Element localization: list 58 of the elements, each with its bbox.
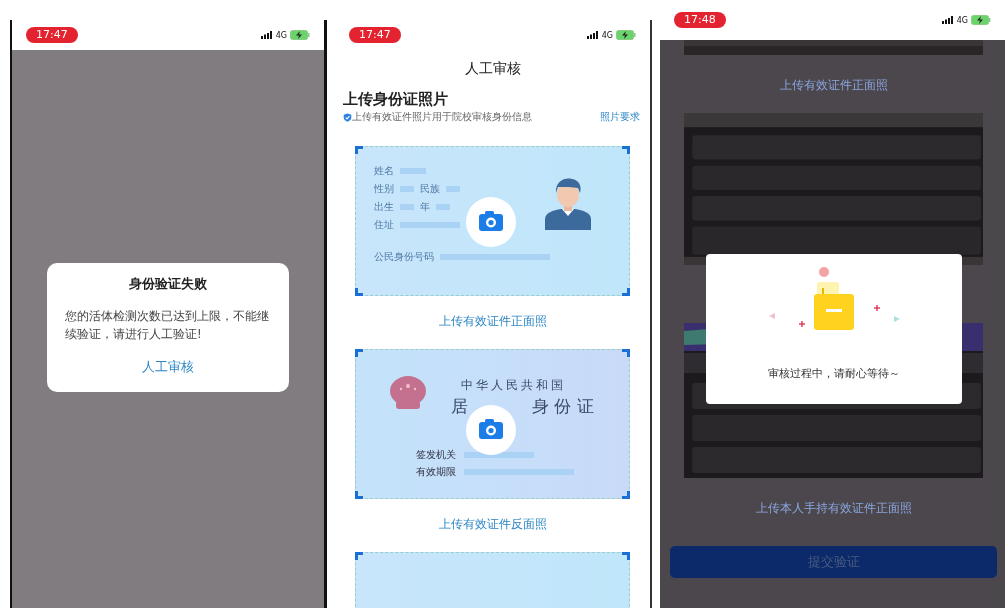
upload-caption: 上传有效证件正面照	[778, 77, 889, 94]
field-label: 住址	[374, 217, 394, 232]
network-label: 4G	[601, 30, 613, 40]
signal-icon	[941, 16, 954, 24]
field-label: 年	[420, 199, 430, 214]
placeholder-bar	[400, 203, 414, 210]
corner-bracket-icon	[622, 349, 630, 357]
field-label: 姓名	[374, 163, 394, 178]
camera-icon[interactable]	[466, 197, 516, 247]
corner-bracket-icon	[355, 146, 363, 154]
card-title: 居	[451, 395, 468, 418]
corner-bracket-icon	[355, 491, 363, 499]
photo-requirements-link[interactable]: 照片要求	[600, 111, 640, 124]
corner-bracket-icon	[622, 288, 630, 296]
field-label: 签发机关	[416, 448, 456, 462]
field-label: 出生	[374, 199, 394, 214]
emblem-drawing	[388, 375, 428, 411]
battery-icon	[616, 30, 636, 40]
status-time: 17:48	[674, 12, 726, 28]
corner-bracket-icon	[622, 552, 630, 560]
status-time: 17:47	[349, 27, 401, 43]
upload-note: 上传有效证件照片用于院校审核身份信息	[352, 111, 533, 124]
placeholder-bar	[436, 203, 450, 210]
card-title: 身 份 证	[532, 395, 594, 418]
upload-caption: 上传有效证件反面照	[437, 517, 548, 532]
network-label: 4G	[275, 30, 287, 40]
corner-bracket-icon	[622, 146, 630, 154]
dialog-message: 您的活体检测次数已达到上限，不能继续验证，请进行人工验证!	[65, 308, 270, 343]
field-label: 民族	[420, 181, 440, 196]
network-label: 4G	[956, 15, 968, 25]
signal-icon	[260, 31, 273, 39]
check-shield-icon	[343, 113, 352, 122]
battery-icon	[971, 15, 991, 25]
camera-icon[interactable]	[466, 405, 516, 455]
field-label: 公民身份号码	[374, 249, 434, 264]
status-time: 17:47	[26, 27, 78, 43]
id-back-upload[interactable]: 中华人民共和国 居 身 份 证 签发机关 有效期限	[355, 349, 630, 499]
placeholder-bar	[400, 167, 426, 174]
corner-bracket-icon	[355, 349, 363, 357]
manual-review-button[interactable]: 人工审核	[132, 355, 204, 380]
corner-bracket-icon	[355, 552, 363, 560]
dialog-title: 身份验证失败	[129, 275, 207, 293]
field-label: 性别	[374, 181, 394, 196]
country-title: 中华人民共和国	[461, 377, 566, 394]
placeholder-bar	[400, 221, 460, 228]
upload-caption: 上传本人手持有效证件正面照	[754, 500, 913, 517]
signal-icon	[586, 31, 599, 39]
placeholder-bar	[400, 185, 414, 192]
battery-icon	[290, 30, 310, 40]
dialog-message: 审核过程中，请耐心等待～	[768, 366, 900, 381]
placeholder-bar	[446, 185, 460, 192]
field-label: 有效期限	[416, 465, 456, 479]
upload-caption: 上传有效证件正面照	[437, 314, 548, 329]
section-title: 上传身份证照片	[343, 90, 449, 109]
id-front-upload[interactable]: 姓名 性别 民族 出生 年 住址 公民身份号码	[355, 146, 630, 296]
corner-bracket-icon	[355, 288, 363, 296]
page-title: 人工审核	[463, 60, 522, 78]
corner-bracket-icon	[622, 491, 630, 499]
